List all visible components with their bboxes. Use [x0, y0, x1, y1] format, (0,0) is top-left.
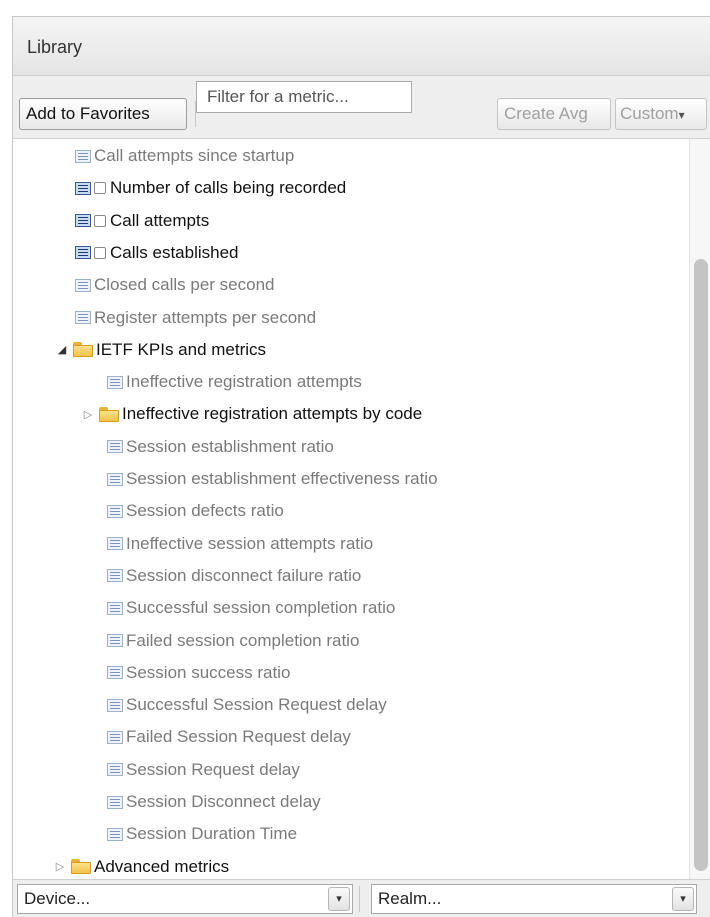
tree-item-label: Register attempts per second	[94, 307, 317, 327]
tree-item-label: Session establishment ratio	[126, 436, 334, 456]
folder-icon	[99, 406, 119, 422]
tree-item-label: Call attempts since startup	[94, 146, 295, 165]
scrollbar-thumb[interactable]	[694, 259, 708, 871]
tree-metric-row[interactable]: Closed calls per second	[75, 270, 274, 300]
expanded-triangle-icon[interactable]: ◢	[55, 343, 69, 356]
folder-icon	[73, 342, 93, 358]
metric-icon	[107, 569, 123, 583]
create-avg-button[interactable]: Create Avg	[497, 98, 611, 130]
tree-scrollbar[interactable]	[689, 139, 710, 879]
metric-icon	[75, 246, 91, 260]
footer-separator	[359, 886, 360, 912]
tree-item-label: Failed Session Request delay	[126, 727, 351, 747]
tree-metric-row[interactable]: Session Disconnect delay	[107, 787, 321, 817]
metric-icon	[75, 311, 91, 324]
tree-metric-row[interactable]: Session Duration Time	[107, 819, 297, 849]
metric-checkbox[interactable]	[94, 214, 106, 227]
tree-metric-row[interactable]: Session defects ratio	[107, 496, 284, 526]
metric-icon	[107, 634, 123, 647]
tree-metric-row[interactable]: Ineffective session attempts ratio	[107, 529, 373, 559]
metric-icon	[107, 504, 123, 518]
metric-icon	[107, 472, 123, 486]
tree-metric-row[interactable]: Session success ratio	[107, 658, 290, 688]
tree-item-label: Calls established	[110, 242, 239, 262]
device-select-value: Device...	[24, 889, 91, 908]
tree-metric-row[interactable]: Register attempts per second	[75, 303, 316, 333]
metric-icon	[107, 698, 123, 712]
metric-checkbox[interactable]	[94, 182, 106, 195]
tree-metric-row[interactable]: Ineffective registration attempts	[107, 367, 362, 397]
tree-metric-row[interactable]: Session establishment ratio	[107, 432, 334, 462]
tree-metric-row[interactable]: Call attempts since startup	[75, 141, 294, 171]
folder-icon	[71, 859, 91, 875]
tree-metric-row[interactable]: Failed Session Request delay	[107, 722, 351, 752]
add-to-favorites-button[interactable]: Add to Favorites	[19, 98, 187, 130]
collapsed-triangle-icon[interactable]: ▷	[81, 408, 95, 421]
tree-item-label: Closed calls per second	[94, 275, 275, 295]
metric-checkbox[interactable]	[94, 246, 106, 259]
tree-item-label: Session Disconnect delay	[126, 792, 321, 811]
tree-metric-row[interactable]: Number of calls being recorded	[75, 173, 346, 203]
tree-folder-row[interactable]: ▷ Ineffective registration attempts by co…	[81, 399, 422, 429]
tree-metric-row[interactable]: Call attempts	[75, 206, 209, 236]
metric-icon	[107, 440, 123, 454]
metric-icon	[107, 827, 123, 841]
tree-metric-row[interactable]: Session disconnect failure ratio	[107, 561, 361, 591]
metric-icon	[75, 149, 91, 163]
chevron-down-icon: ▾	[678, 108, 685, 122]
metric-icon	[75, 181, 91, 195]
metric-icon	[107, 375, 123, 389]
device-select[interactable]: Device... ▾	[17, 884, 353, 914]
library-header: Library	[13, 17, 710, 76]
tree-item-label: Number of calls being recorded	[110, 178, 347, 198]
tree-folder-row[interactable]: ▷ Advanced metrics	[53, 852, 229, 879]
collapsed-triangle-icon[interactable]: ▷	[53, 860, 67, 873]
tree-metric-row[interactable]: Successful session completion ratio	[107, 593, 395, 623]
metric-icon	[75, 278, 91, 292]
metric-icon	[107, 763, 123, 777]
tree-metric-row[interactable]: Session Request delay	[107, 755, 300, 785]
tree-item-label: Session defects ratio	[126, 501, 284, 521]
tree-item-label: IETF KPIs and metrics	[96, 339, 267, 359]
chevron-down-icon[interactable]: ▾	[328, 887, 350, 911]
tree-folder-row[interactable]: ◢ IETF KPIs and metrics	[55, 335, 266, 365]
tree-metric-row[interactable]: Calls established	[75, 238, 239, 268]
metric-icon	[107, 795, 123, 809]
metric-icon	[107, 730, 123, 744]
chevron-down-icon[interactable]: ▾	[672, 887, 694, 911]
tree-item-label: Ineffective session attempts ratio	[126, 533, 374, 553]
tree-item-label: Call attempts	[110, 210, 210, 230]
tree-item-label: Session disconnect failure ratio	[126, 565, 362, 585]
tree-item-label: Advanced metrics	[94, 856, 230, 876]
realm-select-value: Realm...	[378, 889, 442, 908]
metric-icon	[107, 601, 123, 615]
tree-item-label: Ineffective registration attempts by cod…	[122, 404, 423, 424]
tree-metric-row[interactable]: Session establishment effectiveness rati…	[107, 464, 438, 494]
metric-icon	[107, 666, 123, 680]
tree-metric-row[interactable]: Successful Session Request delay	[107, 690, 387, 720]
tree-item-label: Session establishment effectiveness rati…	[126, 469, 438, 488]
metric-filter-input[interactable]	[196, 81, 412, 113]
tree-metric-row[interactable]: Failed session completion ratio	[107, 626, 359, 656]
metric-tree: Call attempts since startup Number of cal…	[13, 139, 689, 879]
library-footer: Device... ▾ Realm... ▾	[13, 879, 710, 917]
library-title: Library	[27, 37, 83, 57]
tree-item-label: Failed session completion ratio	[126, 630, 360, 650]
tree-item-label: Ineffective registration attempts	[126, 372, 362, 392]
library-panel: Library Add to Favorites Create Avg Cust…	[12, 16, 710, 917]
realm-select[interactable]: Realm... ▾	[371, 884, 697, 914]
custom-label: Custom	[620, 104, 679, 123]
custom-dropdown-button[interactable]: Custom▾	[615, 98, 707, 130]
metric-icon	[107, 537, 123, 551]
tree-item-label: Successful Session Request delay	[126, 695, 387, 715]
metric-icon	[75, 214, 91, 228]
tree-item-label: Session success ratio	[126, 662, 291, 682]
tree-item-label: Successful session completion ratio	[126, 598, 396, 618]
tree-item-label: Session Duration Time	[126, 824, 298, 844]
tree-item-label: Session Request delay	[126, 759, 300, 779]
